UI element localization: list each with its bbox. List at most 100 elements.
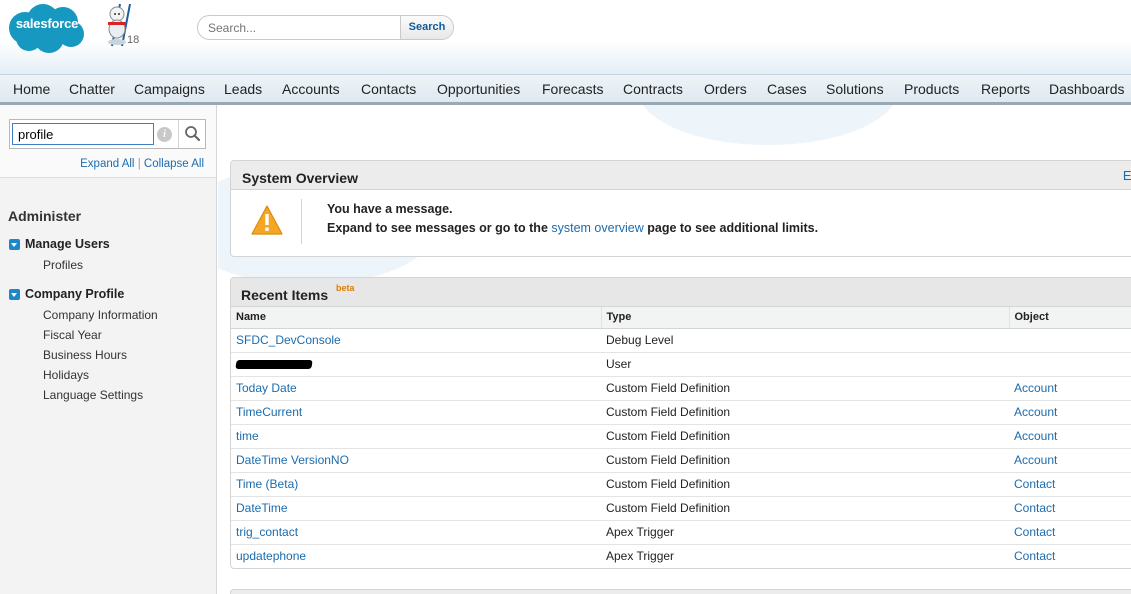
item-name-link[interactable]: updatephone bbox=[236, 549, 306, 563]
tab-home[interactable]: Home bbox=[13, 75, 50, 103]
tab-accounts[interactable]: Accounts bbox=[282, 75, 340, 103]
global-search: Search bbox=[197, 15, 454, 40]
object-link[interactable]: Account bbox=[1014, 453, 1057, 467]
object-link[interactable]: Account bbox=[1014, 405, 1057, 419]
system-overview-header: System Overview Ex bbox=[231, 161, 1131, 190]
object-link[interactable]: Contact bbox=[1014, 525, 1055, 539]
tab-leads[interactable]: Leads bbox=[224, 75, 262, 103]
main-content: System Overview Ex You have a message. E… bbox=[218, 105, 1131, 594]
magnifier-icon bbox=[185, 126, 201, 142]
table-row: Today Date Custom Field Definition Account bbox=[231, 376, 1131, 401]
table-row: time Custom Field Definition Account bbox=[231, 424, 1131, 449]
expand-link[interactable]: Ex bbox=[1123, 168, 1131, 183]
administer-heading: Administer bbox=[8, 208, 82, 224]
recent-items-body: SFDC_DevConsole Debug Level User Today Date… bbox=[231, 328, 1131, 568]
tab-opportunities[interactable]: Opportunities bbox=[437, 75, 520, 103]
object-link[interactable]: Contact bbox=[1014, 477, 1055, 491]
cell-object: Account bbox=[1009, 376, 1131, 401]
tab-dashboards[interactable]: Dashboards bbox=[1049, 75, 1125, 103]
table-row: SFDC_DevConsole Debug Level bbox=[231, 328, 1131, 353]
cell-object: Contact bbox=[1009, 496, 1131, 521]
cell-type: Debug Level bbox=[601, 328, 1009, 353]
collapse-toggle-icon[interactable] bbox=[9, 238, 20, 250]
tab-campaigns[interactable]: Campaigns bbox=[134, 75, 205, 103]
search-button[interactable]: Search bbox=[400, 16, 453, 39]
tab-chatter[interactable]: Chatter bbox=[69, 75, 115, 103]
redacted-name[interactable] bbox=[235, 360, 313, 370]
object-link[interactable]: Contact bbox=[1014, 501, 1055, 515]
item-name-link[interactable]: Today Date bbox=[236, 381, 297, 395]
cell-type: Custom Field Definition bbox=[601, 496, 1009, 521]
message-detail: Expand to see messages or go to the syst… bbox=[327, 221, 818, 235]
item-name-link[interactable]: time bbox=[236, 429, 259, 443]
cell-object bbox=[1009, 352, 1131, 377]
cell-object: Account bbox=[1009, 448, 1131, 473]
object-link[interactable]: Account bbox=[1014, 429, 1057, 443]
tab-contacts[interactable]: Contacts bbox=[361, 75, 416, 103]
cell-object: Contact bbox=[1009, 544, 1131, 568]
quick-find-panel: i Expand All | Collapse All bbox=[0, 105, 216, 178]
cell-type: Custom Field Definition bbox=[601, 424, 1009, 449]
tree-item-fiscal-year[interactable]: Fiscal Year bbox=[43, 328, 102, 342]
tab-orders[interactable]: Orders bbox=[704, 75, 747, 103]
cell-name: TimeCurrent bbox=[231, 400, 601, 425]
item-name-link[interactable]: Time (Beta) bbox=[236, 477, 298, 491]
tree-item-profiles[interactable]: Profiles bbox=[43, 258, 83, 272]
cell-type: Custom Field Definition bbox=[601, 376, 1009, 401]
tab-products[interactable]: Products bbox=[904, 75, 959, 103]
recent-items-header: Recent Items beta bbox=[231, 278, 1131, 307]
cell-type: User bbox=[601, 352, 1009, 377]
tab-contracts[interactable]: Contracts bbox=[623, 75, 683, 103]
cell-name: DateTime bbox=[231, 496, 601, 521]
item-name-link[interactable]: trig_contact bbox=[236, 525, 298, 539]
quick-find-box: i bbox=[9, 119, 206, 149]
message-divider bbox=[301, 199, 302, 244]
tab-solutions[interactable]: Solutions bbox=[826, 75, 884, 103]
cell-object: Contact bbox=[1009, 472, 1131, 497]
table-row: User bbox=[231, 352, 1131, 377]
tree-node-company-profile[interactable]: Company Profile bbox=[9, 286, 124, 302]
cell-type: Custom Field Definition bbox=[601, 400, 1009, 425]
tree-node-manage-users[interactable]: Manage Users bbox=[9, 236, 110, 252]
message-text: You have a message. bbox=[327, 202, 453, 216]
tree-item-company-information[interactable]: Company Information bbox=[43, 308, 158, 322]
table-row: TimeCurrent Custom Field Definition Accoun… bbox=[231, 400, 1131, 425]
system-overview-panel: System Overview Ex You have a message. E… bbox=[230, 160, 1131, 257]
salesforce-logo[interactable]: salesforce bbox=[5, 2, 89, 54]
tab-reports[interactable]: Reports bbox=[981, 75, 1030, 103]
collapse-all-link[interactable]: Collapse All bbox=[144, 158, 204, 170]
expand-all-link[interactable]: Expand All bbox=[80, 158, 134, 170]
beta-badge: beta bbox=[336, 283, 355, 293]
cell-name: SFDC_DevConsole bbox=[231, 328, 601, 353]
tab-cases[interactable]: Cases bbox=[767, 75, 807, 103]
item-name-link[interactable]: DateTime VersionNO bbox=[236, 453, 349, 467]
object-link[interactable]: Account bbox=[1014, 381, 1057, 395]
column-header-type[interactable]: Type bbox=[601, 307, 1010, 329]
cell-object: Account bbox=[1009, 424, 1131, 449]
item-name-link[interactable]: DateTime bbox=[236, 501, 288, 515]
message-detail-pre: Expand to see messages or go to the bbox=[327, 221, 552, 235]
global-search-input[interactable] bbox=[198, 16, 401, 39]
item-name-link[interactable]: SFDC_DevConsole bbox=[236, 333, 341, 347]
tree-item-business-hours[interactable]: Business Hours bbox=[43, 348, 127, 362]
tree-item-language-settings[interactable]: Language Settings bbox=[43, 388, 143, 402]
cell-object: Contact bbox=[1009, 520, 1131, 545]
tab-forecasts[interactable]: Forecasts bbox=[542, 75, 603, 103]
tree-item-holidays[interactable]: Holidays bbox=[43, 368, 89, 382]
cell-name: trig_contact bbox=[231, 520, 601, 545]
column-header-object[interactable]: Object bbox=[1009, 307, 1131, 329]
recent-items-panel: Recent Items beta Name Type Object SFDC_… bbox=[230, 277, 1131, 569]
object-link[interactable]: Contact bbox=[1014, 549, 1055, 563]
system-overview-link[interactable]: system overview bbox=[551, 221, 643, 235]
info-icon[interactable]: i bbox=[157, 127, 172, 142]
header: salesforce 18 Search bbox=[0, 0, 1131, 74]
collapse-toggle-icon[interactable] bbox=[9, 288, 20, 300]
cell-type: Custom Field Definition bbox=[601, 472, 1009, 497]
item-name-link[interactable]: TimeCurrent bbox=[236, 405, 302, 419]
table-row: updatephone Apex Trigger Contact bbox=[231, 544, 1131, 568]
quick-find-search-button[interactable] bbox=[178, 120, 206, 148]
column-header-name[interactable]: Name bbox=[231, 307, 602, 329]
quick-find-input[interactable] bbox=[12, 123, 154, 145]
table-header-row: Name Type Object bbox=[231, 307, 1131, 329]
cell-type: Custom Field Definition bbox=[601, 448, 1009, 473]
